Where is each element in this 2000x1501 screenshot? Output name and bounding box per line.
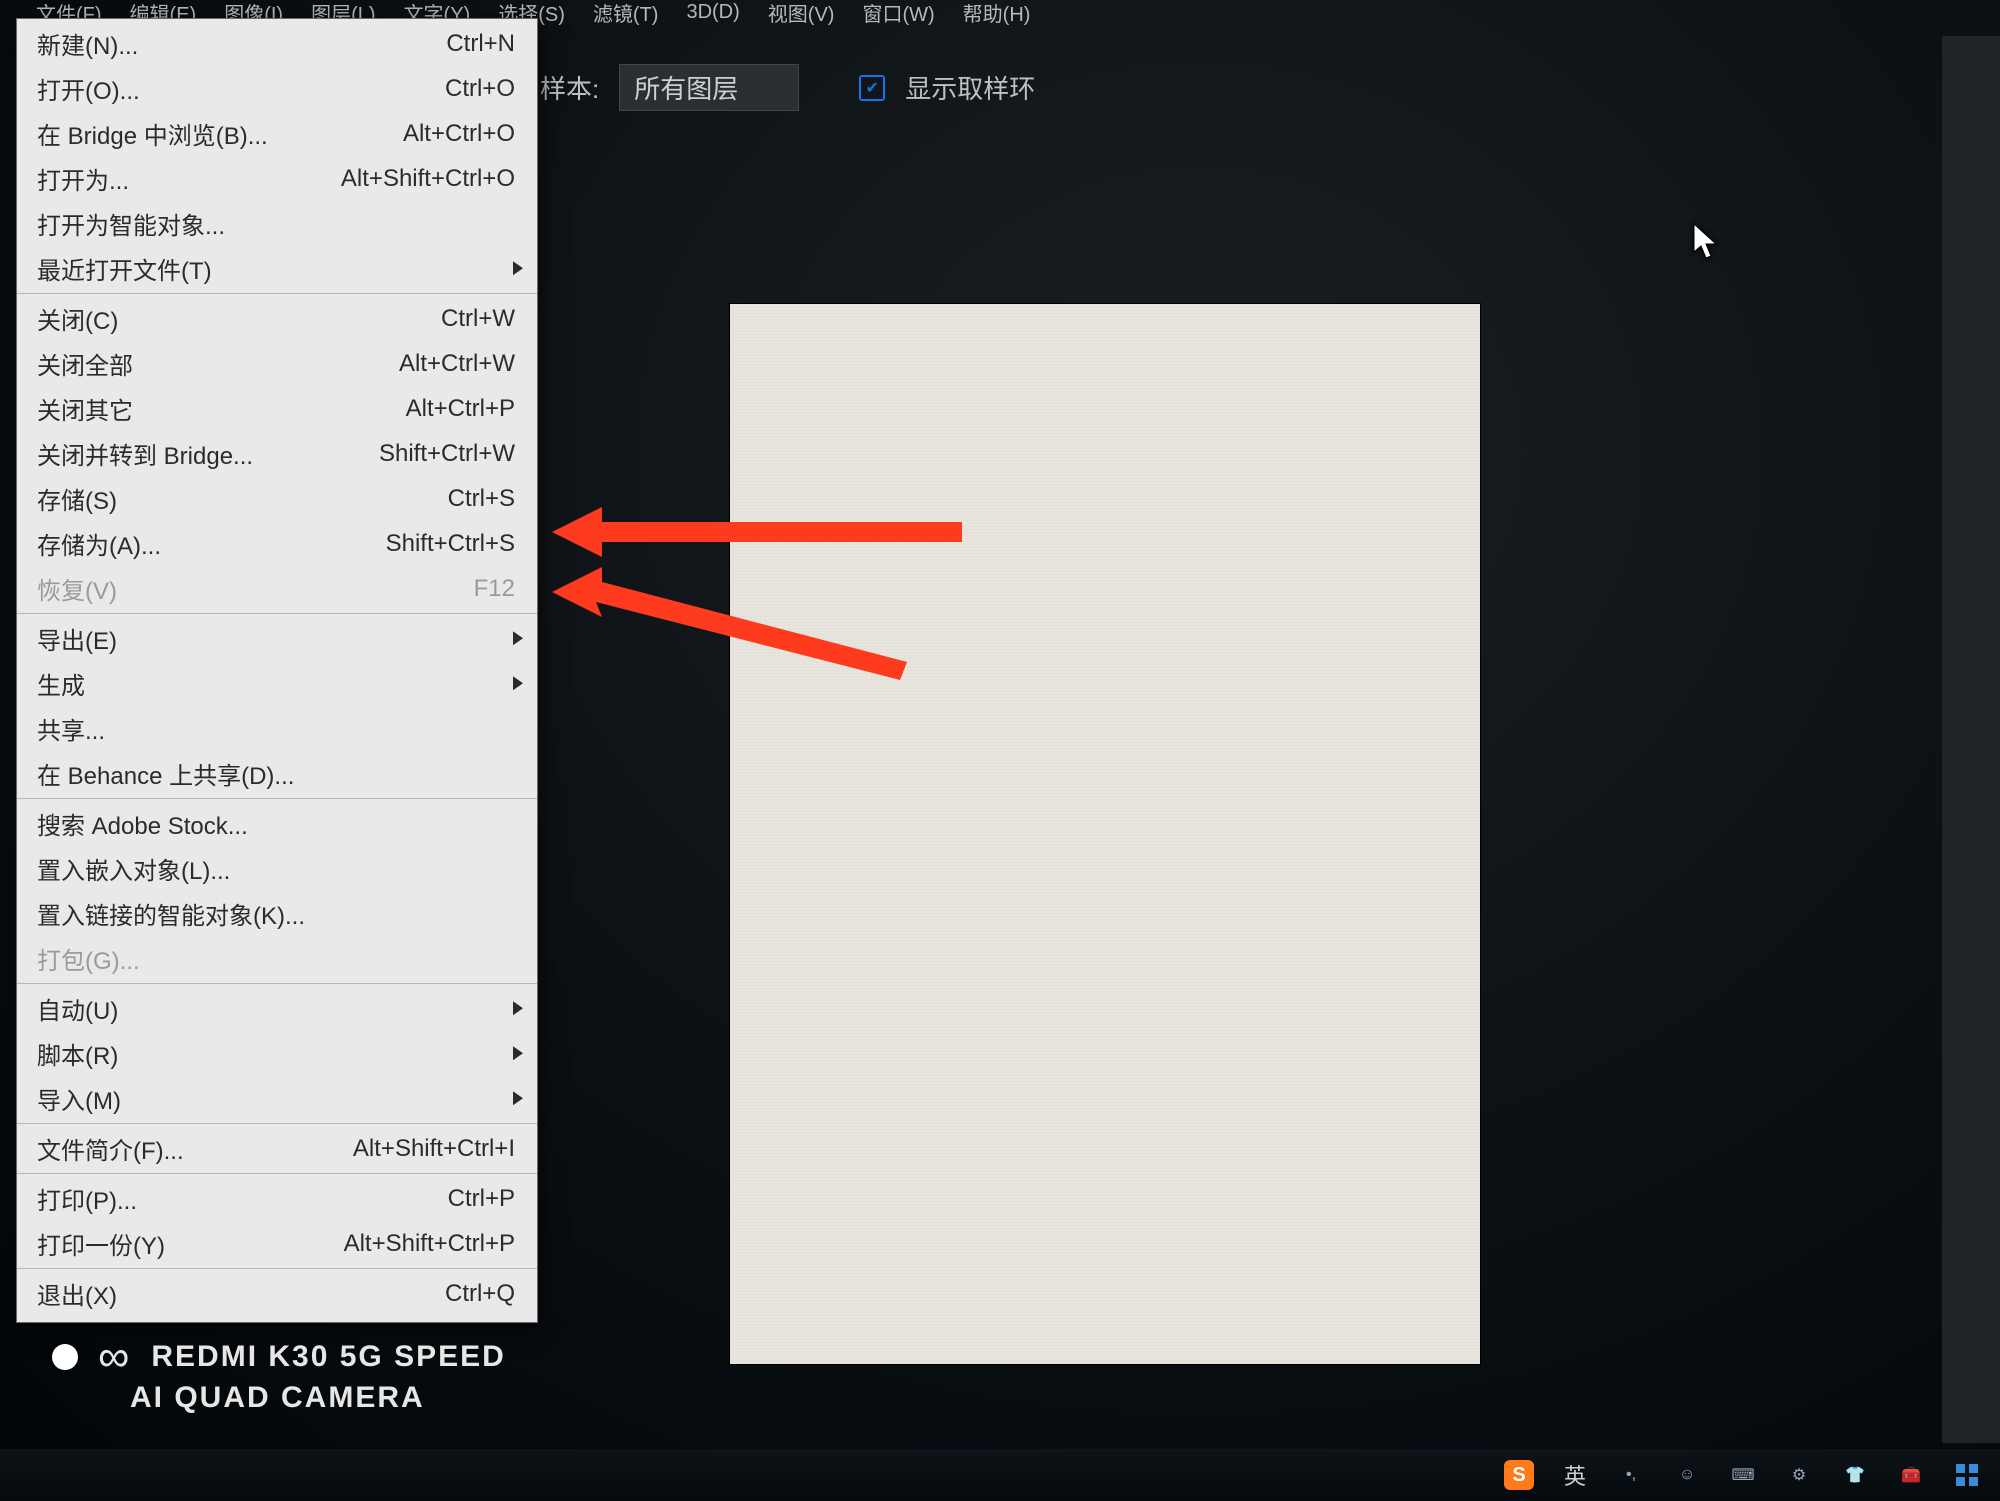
menu-item-file-info[interactable]: 文件简介(F)...Alt+Shift+Ctrl+I — [17, 1126, 537, 1171]
ime-sogou-icon[interactable]: S — [1504, 1460, 1534, 1490]
watermark-line2: AI QUAD CAMERA — [130, 1381, 506, 1415]
menu-item-recent[interactable]: 最近打开文件(T) — [17, 246, 537, 291]
watermark-line1: REDMI K30 5G SPEED — [151, 1340, 505, 1374]
menu-item-new[interactable]: 新建(N)...Ctrl+N — [17, 21, 537, 66]
menu-item-save[interactable]: 存储(S)Ctrl+S — [17, 476, 537, 521]
menu-item-automate[interactable]: 自动(U) — [17, 986, 537, 1031]
sample-label: 样本: — [540, 69, 599, 106]
menu-item-close[interactable]: 关闭(C)Ctrl+W — [17, 296, 537, 341]
submenu-arrow-icon — [513, 261, 523, 275]
submenu-arrow-icon — [513, 1001, 523, 1015]
menu-item-open[interactable]: 打开(O)...Ctrl+O — [17, 66, 537, 111]
menu-3d[interactable]: 3D(D) — [674, 0, 751, 26]
show-sample-ring-checkbox[interactable]: ✔ — [859, 75, 885, 101]
menu-separator — [17, 798, 537, 799]
menu-item-print-one[interactable]: 打印一份(Y)Alt+Shift+Ctrl+P — [17, 1221, 537, 1266]
menu-item-place-embedded[interactable]: 置入嵌入对象(L)... — [17, 846, 537, 891]
annotation-arrow-save-as — [552, 562, 922, 682]
options-bar: 样本: 所有图层 ✔ 显示取样环 — [540, 64, 1035, 111]
menu-separator — [17, 613, 537, 614]
ime-language-indicator[interactable]: 英 — [1560, 1460, 1590, 1490]
menu-view[interactable]: 视图(V) — [756, 0, 847, 29]
menu-window[interactable]: 窗口(W) — [850, 0, 946, 29]
show-sample-ring-label: 显示取样环 — [905, 69, 1035, 106]
ime-keyboard-icon[interactable]: ⌨ — [1728, 1460, 1758, 1490]
ime-punct-icon[interactable]: •, — [1616, 1460, 1646, 1490]
document-canvas[interactable] — [730, 304, 1480, 1364]
menu-item-scripts[interactable]: 脚本(R) — [17, 1031, 537, 1076]
menu-help[interactable]: 帮助(H) — [951, 0, 1043, 29]
menu-item-close-go-bridge[interactable]: 关闭并转到 Bridge...Shift+Ctrl+W — [17, 431, 537, 476]
submenu-arrow-icon — [513, 1046, 523, 1060]
menu-separator — [17, 1173, 537, 1174]
submenu-arrow-icon — [513, 676, 523, 690]
sample-dropdown[interactable]: 所有图层 — [619, 64, 799, 111]
menu-item-print[interactable]: 打印(P)...Ctrl+P — [17, 1176, 537, 1221]
photoshop-window: 文件(F) 编辑(E) 图像(I) 图层(L) 文字(Y) 选择(S) 滤镜(T… — [0, 0, 2000, 1501]
ime-emoji-icon[interactable]: ☺ — [1672, 1460, 1702, 1490]
menu-separator — [17, 293, 537, 294]
submenu-arrow-icon — [513, 631, 523, 645]
menu-item-import[interactable]: 导入(M) — [17, 1076, 537, 1121]
menu-item-package: 打包(G)... — [17, 936, 537, 981]
tray-grid-icon[interactable] — [1952, 1460, 1982, 1490]
ime-toolbox-icon[interactable]: 🧰 — [1896, 1460, 1926, 1490]
menu-item-revert: 恢复(V)F12 — [17, 566, 537, 611]
menu-separator — [17, 1123, 537, 1124]
menu-item-open-smart-object[interactable]: 打开为智能对象... — [17, 201, 537, 246]
ime-settings-icon[interactable]: ⚙ — [1784, 1460, 1814, 1490]
watermark-dot-icon — [52, 1344, 78, 1370]
windows-taskbar: S 英 •, ☺ ⌨ ⚙ 👕 🧰 — [0, 1449, 2000, 1501]
menu-item-save-as[interactable]: 存储为(A)...Shift+Ctrl+S — [17, 521, 537, 566]
menu-item-share[interactable]: 共享... — [17, 706, 537, 751]
menu-item-export[interactable]: 导出(E) — [17, 616, 537, 661]
menu-item-close-others[interactable]: 关闭其它Alt+Ctrl+P — [17, 386, 537, 431]
menu-item-search-stock[interactable]: 搜索 Adobe Stock... — [17, 801, 537, 846]
right-panel-strip[interactable] — [1942, 36, 2000, 1443]
ime-skin-icon[interactable]: 👕 — [1840, 1460, 1870, 1490]
menu-item-open-as[interactable]: 打开为...Alt+Shift+Ctrl+O — [17, 156, 537, 201]
menu-item-place-linked[interactable]: 置入链接的智能对象(K)... — [17, 891, 537, 936]
file-menu-dropdown: 新建(N)...Ctrl+N 打开(O)...Ctrl+O 在 Bridge 中… — [16, 18, 538, 1323]
menu-filter[interactable]: 滤镜(T) — [581, 0, 671, 29]
camera-watermark: ∞ REDMI K30 5G SPEED AI QUAD CAMERA — [52, 1335, 506, 1415]
menu-item-browse-bridge[interactable]: 在 Bridge 中浏览(B)...Alt+Ctrl+O — [17, 111, 537, 156]
menu-item-share-behance[interactable]: 在 Behance 上共享(D)... — [17, 751, 537, 796]
menu-item-close-all[interactable]: 关闭全部Alt+Ctrl+W — [17, 341, 537, 386]
menu-separator — [17, 983, 537, 984]
menu-separator — [17, 1268, 537, 1269]
annotation-arrow-save — [552, 502, 972, 562]
submenu-arrow-icon — [513, 1091, 523, 1105]
watermark-infinity-icon: ∞ — [98, 1335, 131, 1379]
menu-item-generate[interactable]: 生成 — [17, 661, 537, 706]
menu-item-exit[interactable]: 退出(X)Ctrl+Q — [17, 1271, 537, 1316]
mouse-cursor-icon — [1692, 222, 1720, 265]
